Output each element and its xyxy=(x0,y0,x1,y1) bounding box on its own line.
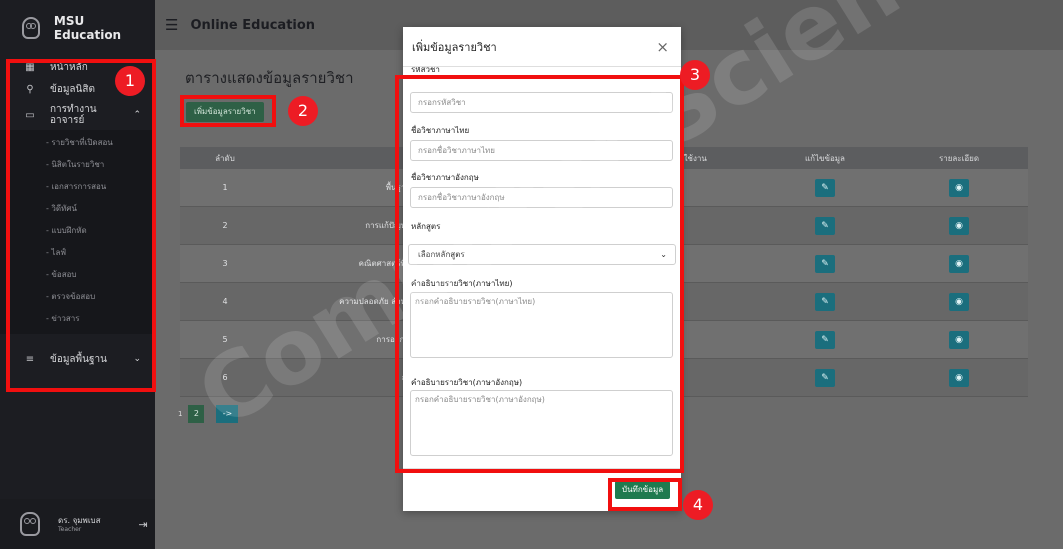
app-title: Online Education xyxy=(190,17,316,33)
annotation-box-save xyxy=(608,478,682,511)
eye-icon[interactable]: ◉ xyxy=(949,254,969,273)
eye-icon[interactable]: ◉ xyxy=(949,330,969,349)
row-no: 5 xyxy=(222,335,228,344)
row-no: 1 xyxy=(222,183,228,192)
brand[interactable]: MSU Education xyxy=(0,0,155,56)
row-no: 3 xyxy=(222,259,228,268)
eye-icon[interactable]: ◉ xyxy=(949,178,969,197)
logout-icon[interactable]: ⇥ xyxy=(139,518,148,531)
annotation-number-4: 4 xyxy=(683,490,713,520)
eye-icon[interactable]: ◉ xyxy=(949,292,969,311)
page-2-link[interactable]: 2 xyxy=(188,405,205,423)
edit-icon[interactable]: ✎ xyxy=(815,254,835,273)
brand-name: MSU Education xyxy=(53,14,122,42)
row-no: 4 xyxy=(222,297,228,306)
annotation-box-sidebar xyxy=(6,59,156,392)
page-title: ตารางแสดงข้อมูลรายวิชา xyxy=(185,69,354,87)
column-header-details: รายละเอียด xyxy=(938,153,980,163)
user-panel: ดร. จุมพเบส Teacher ⇥ xyxy=(0,499,155,549)
hamburger-menu-icon[interactable]: ☰ xyxy=(165,16,178,34)
modal-header: เพิ่มข้อมูลรายวิชา × xyxy=(403,27,681,67)
row-no: 6 xyxy=(222,373,228,382)
edit-icon[interactable]: ✎ xyxy=(815,178,835,197)
user-role: Teacher xyxy=(58,526,82,533)
pagination: 1 2 -> xyxy=(178,405,239,423)
column-header-edit: แก้ไขข้อมูล xyxy=(805,153,845,163)
page-1-link[interactable]: 1 xyxy=(178,410,182,418)
edit-icon[interactable]: ✎ xyxy=(815,292,835,311)
column-header-no: ลำดับ xyxy=(215,153,235,163)
close-icon[interactable]: × xyxy=(656,38,669,56)
user-name: ดร. จุมพเบส xyxy=(58,516,101,525)
edit-icon[interactable]: ✎ xyxy=(815,368,835,387)
eye-icon[interactable]: ◉ xyxy=(949,216,969,235)
modal-title: เพิ่มข้อมูลรายวิชา xyxy=(412,40,497,54)
edit-icon[interactable]: ✎ xyxy=(815,330,835,349)
row-no: 2 xyxy=(222,221,228,230)
annotation-number-3: 3 xyxy=(680,60,710,90)
next-page-button[interactable]: -> xyxy=(216,405,239,423)
avatar xyxy=(20,512,40,536)
annotation-number-1: 1 xyxy=(115,66,145,96)
edit-icon[interactable]: ✎ xyxy=(815,216,835,235)
annotation-box-form xyxy=(395,75,684,473)
owl-logo-icon xyxy=(22,17,40,39)
eye-icon[interactable]: ◉ xyxy=(949,368,969,387)
annotation-number-2: 2 xyxy=(288,96,318,126)
annotation-box-add-button xyxy=(180,95,276,127)
